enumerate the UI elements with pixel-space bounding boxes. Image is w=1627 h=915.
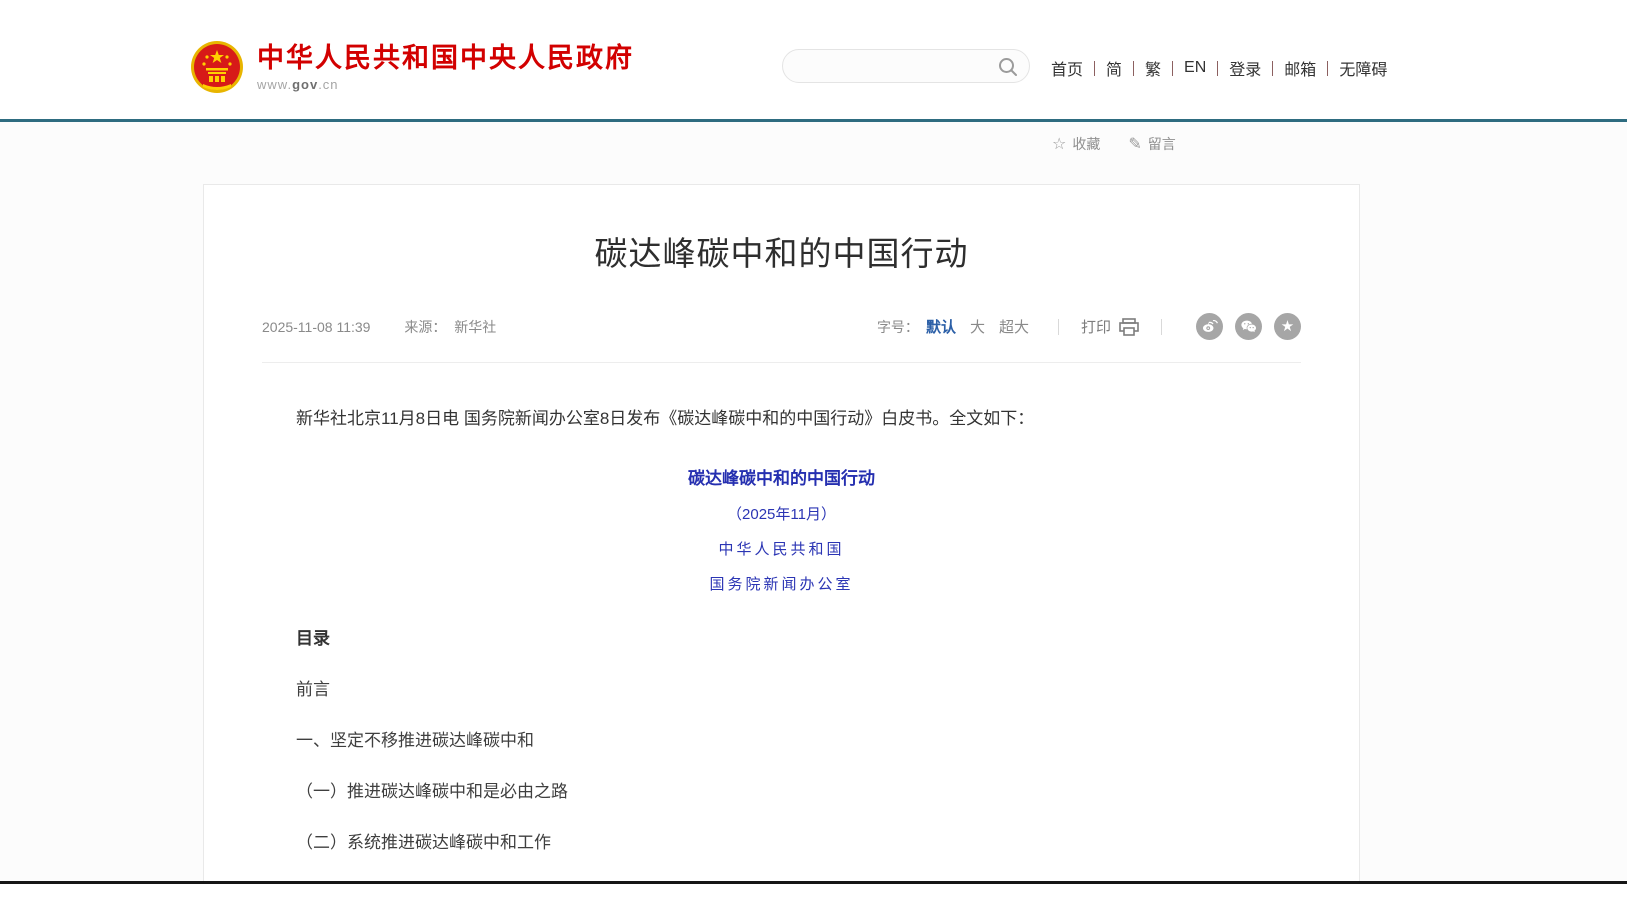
url-gov: gov (292, 77, 318, 92)
document-date-line: （2025年11月） (262, 503, 1301, 524)
article-date: 2025-11-08 11:39 (262, 319, 370, 335)
document-issuer-line1: 中华人民共和国 (262, 538, 1301, 559)
toc-item: 前言 (262, 675, 1301, 700)
fontsize-default[interactable]: 默认 (926, 316, 956, 337)
site-title-block: 中华人民共和国中央人民政府 www.gov.cn (257, 40, 634, 92)
pencil-icon: ✎ (1128, 134, 1141, 154)
site-title: 中华人民共和国中央人民政府 (257, 42, 634, 74)
share-qzone-button[interactable]: ★ (1274, 313, 1301, 340)
favorite-link[interactable]: ☆ 收藏 (1052, 134, 1100, 154)
nav-traditional[interactable]: 繁 (1134, 56, 1172, 80)
article-meta-right: 字号： 默认 大 超大 打印 (877, 313, 1301, 340)
printer-icon (1119, 318, 1139, 336)
source-value[interactable]: 新华社 (454, 319, 496, 335)
page-body: ☆ 收藏 ✎ 留言 碳达峰碳中和的中国行动 2025-11-08 11:39 来… (0, 122, 1627, 915)
message-label: 留言 (1148, 134, 1176, 154)
search-box (782, 49, 1030, 83)
meta-separator (1161, 319, 1162, 335)
search-button[interactable] (997, 56, 1019, 78)
lead-paragraph: 新华社北京11月8日电 国务院新闻办公室8日发布《碳达峰碳中和的中国行动》白皮书… (262, 405, 1301, 434)
article-title: 碳达峰碳中和的中国行动 (204, 227, 1359, 275)
star-icon: ★ (1281, 319, 1294, 334)
document-title: 碳达峰碳中和的中国行动 (262, 464, 1301, 489)
browser-page: 中华人民共和国中央人民政府 www.gov.cn 首页 简 繁 EN 登录 邮箱… (0, 0, 1627, 915)
nav-accessibility[interactable]: 无障碍 (1328, 56, 1398, 80)
article-meta-left: 2025-11-08 11:39 来源： 新华社 (262, 317, 496, 337)
share-wechat-button[interactable] (1235, 313, 1262, 340)
page-tools: ☆ 收藏 ✎ 留言 (1052, 134, 1204, 154)
document-issuer-line2: 国务院新闻办公室 (262, 573, 1301, 594)
toc-item: （一）推进碳达峰碳中和是必由之路 (262, 777, 1301, 802)
fontsize-label: 字号： (877, 317, 919, 337)
fontsize-xlarge[interactable]: 超大 (999, 316, 1029, 337)
nav-login[interactable]: 登录 (1218, 56, 1272, 80)
national-emblem-icon (190, 40, 244, 94)
share-weibo-button[interactable] (1196, 313, 1223, 340)
nav-english[interactable]: EN (1173, 59, 1217, 77)
search-icon (997, 56, 1019, 78)
site-url: www.gov.cn (257, 77, 634, 92)
article-meta-row: 2025-11-08 11:39 来源： 新华社 字号： 默认 大 超大 打印 (262, 313, 1301, 363)
nav-mail[interactable]: 邮箱 (1273, 56, 1327, 80)
nav-simplified[interactable]: 简 (1095, 56, 1133, 80)
meta-separator (1058, 319, 1059, 335)
article-card: 碳达峰碳中和的中国行动 2025-11-08 11:39 来源： 新华社 字号：… (203, 184, 1360, 915)
favorite-label: 收藏 (1072, 134, 1100, 154)
url-www: www. (257, 77, 292, 92)
article-body: 新华社北京11月8日电 国务院新闻办公室8日发布《碳达峰碳中和的中国行动》白皮书… (262, 405, 1301, 915)
message-link[interactable]: ✎ 留言 (1128, 134, 1175, 154)
top-nav: 首页 简 繁 EN 登录 邮箱 无障碍 (1040, 56, 1398, 80)
print-button[interactable]: 打印 (1081, 316, 1139, 337)
site-logo[interactable]: 中华人民共和国中央人民政府 www.gov.cn (190, 40, 634, 94)
star-outline-icon: ☆ (1052, 134, 1066, 154)
print-label: 打印 (1081, 316, 1111, 337)
nav-home[interactable]: 首页 (1040, 56, 1094, 80)
source-label: 来源： (404, 319, 446, 335)
url-cn: .cn (318, 77, 338, 92)
search-input[interactable] (799, 50, 989, 82)
fontsize-large[interactable]: 大 (970, 316, 985, 337)
toc-item: （二）系统推进碳达峰碳中和工作 (262, 828, 1301, 853)
wechat-icon (1239, 317, 1258, 336)
toc-item: 一、坚定不移推进碳达峰碳中和 (262, 726, 1301, 751)
toc-heading: 目录 (262, 624, 1301, 649)
bottom-strip (0, 884, 1627, 915)
site-header: 中华人民共和国中央人民政府 www.gov.cn 首页 简 繁 EN 登录 邮箱… (0, 0, 1627, 119)
weibo-icon (1200, 317, 1219, 336)
